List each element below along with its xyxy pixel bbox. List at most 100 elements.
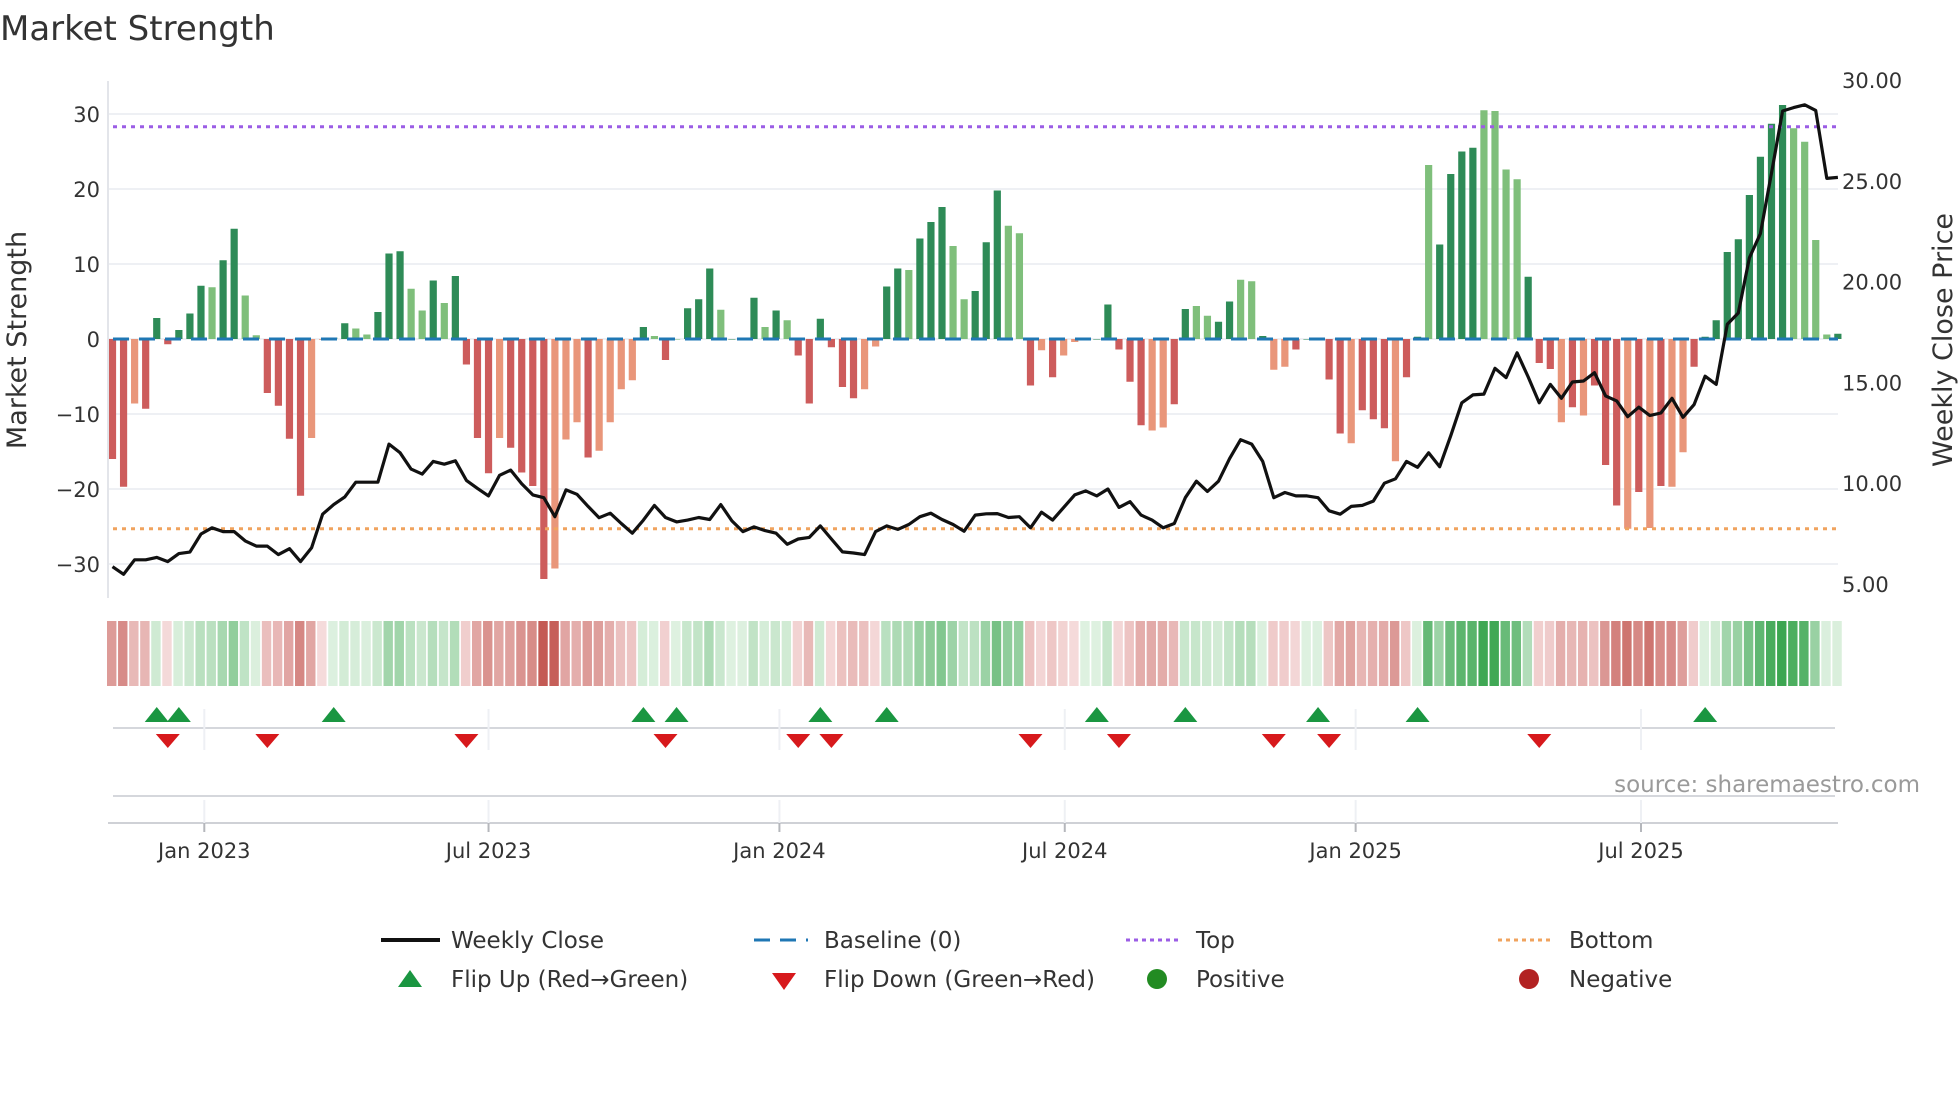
x-tick-label: Jan 2023 (156, 839, 251, 863)
negative-bar (285, 339, 294, 439)
heat-strip-cell (1810, 621, 1820, 686)
x-tick-label: Jul 2024 (1020, 839, 1107, 863)
heat-strip-cell (184, 621, 194, 686)
heat-strip-cell (593, 621, 604, 686)
positive-bar (639, 327, 647, 339)
flip-up-marker (1306, 707, 1331, 722)
negative-bar (1391, 339, 1400, 462)
negative-bar (1602, 339, 1610, 465)
negative-bar (838, 339, 847, 387)
positive-bar (695, 299, 703, 339)
positive-bar (1093, 339, 1101, 340)
negative-bar (1159, 339, 1167, 428)
flip-up-marker (664, 707, 689, 722)
positive-bar (1502, 169, 1510, 339)
heat-strip-cell (1024, 621, 1035, 686)
heat-strip-cell (1378, 621, 1389, 686)
negative-bar (119, 339, 128, 487)
positive-bar (1812, 240, 1820, 339)
negative-bar (551, 339, 559, 569)
heat-strip-cell (1622, 621, 1632, 686)
flip-down-marker (1317, 734, 1342, 748)
heat-strip-cell (250, 621, 261, 686)
flip-up-marker (1405, 707, 1430, 722)
heat-strip-cell (1467, 621, 1477, 686)
negative-bar (540, 339, 548, 579)
heat-strip-cell (759, 621, 769, 686)
heat-strip-cell (1124, 621, 1134, 686)
heat-strip-cell (803, 621, 814, 686)
negative-bar (606, 339, 614, 423)
heat-strip-cell (1434, 621, 1444, 686)
heat-strip-cell (781, 621, 792, 686)
heat-strip-cell (483, 621, 493, 686)
heat-strip-cell (903, 621, 913, 686)
heat-strip-cell (825, 621, 836, 686)
heat-strip-cell (1213, 621, 1223, 686)
flip-down-marker (155, 734, 180, 748)
heat-strip-cell (272, 621, 283, 686)
positive-bar (374, 312, 382, 339)
legend-positive-icon (1147, 969, 1167, 989)
heat-strip-cell (118, 621, 128, 686)
legend-positive-label: Positive (1196, 967, 1285, 993)
x-tick-label: Jan 2024 (731, 839, 826, 863)
positive-bar (927, 222, 935, 339)
negative-bar (1535, 339, 1543, 363)
negative-bar (849, 339, 858, 399)
heat-strip-cell (947, 621, 957, 686)
heat-strip-cell (936, 621, 946, 686)
negative-bar (307, 339, 316, 438)
heat-strip-cell (1102, 621, 1112, 686)
positive-bar (1524, 276, 1532, 339)
heat-strip-cell (1401, 621, 1411, 686)
heat-strip-cell (1080, 621, 1090, 686)
heat-strip-cell (814, 621, 825, 686)
heat-strip-cell (151, 621, 161, 686)
negative-bar (142, 339, 150, 409)
heat-strip-cell (1600, 621, 1610, 686)
heat-strip-cell (129, 621, 139, 686)
heat-strip-cell (1788, 621, 1798, 686)
positive-bar (1436, 244, 1444, 339)
strength-bars (108, 105, 1842, 579)
heat-strip-cell (261, 621, 272, 686)
heat-strip-cell (737, 621, 747, 686)
positive-bar (1104, 304, 1112, 339)
positive-bar (916, 238, 924, 339)
heat-strip-cell (217, 621, 227, 686)
heat-strip-cell (1644, 621, 1654, 686)
heat-strip-cell (1566, 621, 1577, 686)
negative-bar (805, 339, 813, 404)
heat-strip-cell (582, 621, 592, 686)
flip-up-marker (1084, 707, 1109, 722)
heat-strip-cell (1832, 621, 1842, 686)
heat-strip-cell (682, 621, 692, 686)
heat-strip-cell (1500, 621, 1510, 686)
negative-bar (584, 339, 592, 458)
heat-strip-cell (1356, 621, 1367, 686)
negative-bar (573, 339, 581, 423)
negative-bar (617, 339, 625, 390)
heat-strip-cell (836, 621, 847, 686)
negative-bar (860, 339, 869, 390)
heat-strip-cell (1423, 621, 1433, 686)
heat-strip-cell (1058, 621, 1068, 686)
heat-strip-cell (1367, 621, 1378, 686)
heat-strip-cell (1345, 621, 1356, 686)
positive-bar (1801, 141, 1809, 339)
positive-bar (650, 336, 659, 339)
heat-strip-cell (980, 621, 991, 686)
heat-strip-cell (1445, 621, 1455, 686)
positive-bar (982, 242, 990, 339)
heat-strip-cell (295, 621, 305, 686)
positive-bar (1712, 320, 1720, 339)
y-tick-label: −20 (56, 478, 100, 502)
chart-title: Market Strength (0, 9, 275, 49)
heat-strip-cell (671, 621, 681, 686)
positive-bar (717, 309, 725, 339)
positive-bar (938, 207, 946, 339)
positive-bar (905, 270, 913, 339)
negative-bar (1679, 339, 1687, 453)
heat-strip-cell (991, 621, 1002, 686)
